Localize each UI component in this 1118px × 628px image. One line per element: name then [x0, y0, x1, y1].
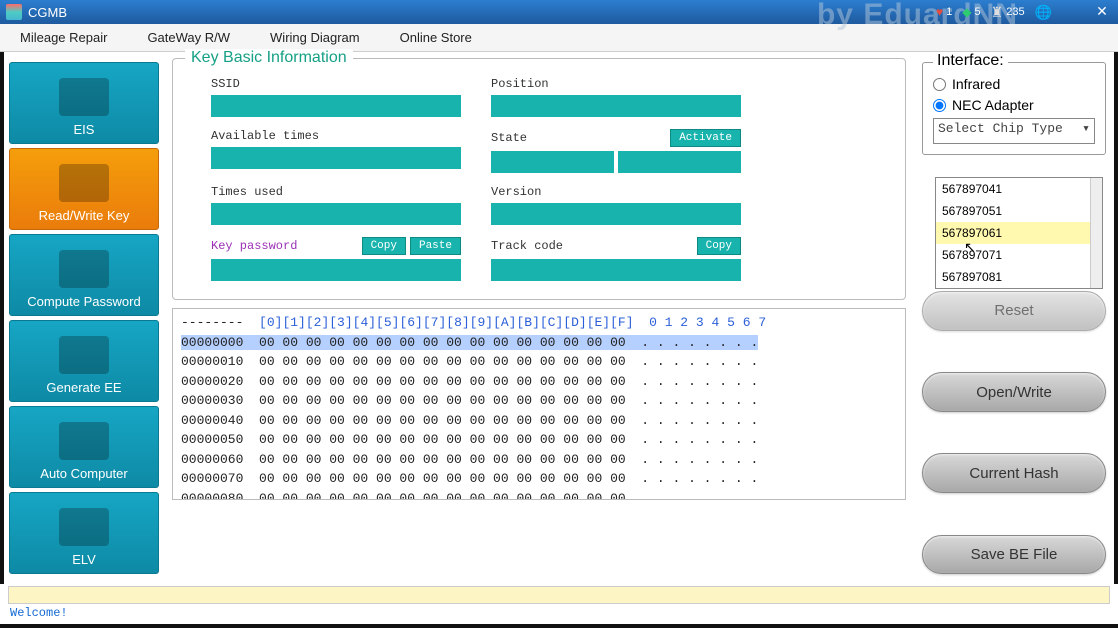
main-area: EIS Read/Write Key Compute Password Gene… — [0, 52, 1118, 584]
password-icon — [59, 250, 109, 288]
hex-row: 00000060 00 00 00 00 00 00 00 00 00 00 0… — [181, 452, 758, 467]
menu-mileage-repair[interactable]: Mileage Repair — [20, 30, 107, 45]
menu-gateway-rw[interactable]: GateWay R/W — [147, 30, 230, 45]
sidebar-label: EIS — [74, 122, 95, 137]
progress-bar — [8, 586, 1110, 604]
sidebar-auto-computer[interactable]: Auto Computer — [9, 406, 159, 488]
chip-type-select[interactable]: Select Chip Type ▾ — [933, 118, 1095, 144]
hex-row: 00000080 00 00 00 00 00 00 00 00 00 00 0… — [181, 491, 758, 501]
field-key-password: Key password Copy Paste — [211, 237, 461, 281]
keypw-value[interactable] — [211, 259, 461, 281]
field-position: Position — [491, 77, 741, 117]
right-panel: Interface: Infrared NEC Adapter Select C… — [914, 52, 1114, 584]
field-track-code: Track code Copy — [491, 237, 741, 281]
key-info-group: Key Basic Information SSID Position Avai… — [172, 58, 906, 300]
version-value[interactable] — [491, 203, 741, 225]
chip-option[interactable]: 567897081 — [936, 266, 1102, 288]
interface-group: Interface: Infrared NEC Adapter Select C… — [922, 62, 1106, 155]
key-icon — [59, 164, 109, 202]
ssid-value[interactable] — [211, 95, 461, 117]
copy-track-button[interactable]: Copy — [697, 237, 741, 255]
hex-row: 00000070 00 00 00 00 00 00 00 00 00 00 0… — [181, 471, 758, 486]
sidebar-label: Compute Password — [27, 294, 140, 309]
sidebar-elv[interactable]: ELV — [9, 492, 159, 574]
hex-row: 00000040 00 00 00 00 00 00 00 00 00 00 0… — [181, 413, 758, 428]
stat-red: ♥1 — [936, 5, 952, 19]
hex-row: 00000020 00 00 00 00 00 00 00 00 00 00 0… — [181, 374, 758, 389]
titlebar: CGMB by EduardNN ♥1 ◆5 ♜235 🌐 ✕ — [0, 0, 1118, 24]
state-value[interactable] — [491, 151, 741, 173]
activate-button[interactable]: Activate — [670, 129, 741, 147]
sidebar-generate-ee[interactable]: Generate EE — [9, 320, 159, 402]
chip-option[interactable]: 567897051 — [936, 200, 1102, 222]
hex-row: 00000000 00 00 00 00 00 00 00 00 00 00 0… — [181, 335, 758, 350]
eis-icon — [59, 78, 109, 116]
hex-row: 00000050 00 00 00 00 00 00 00 00 00 00 0… — [181, 432, 758, 447]
sidebar-label: Generate EE — [46, 380, 121, 395]
chevron-down-icon: ▾ — [1082, 121, 1090, 136]
track-value[interactable] — [491, 259, 741, 281]
open-write-button[interactable]: Open/Write — [922, 372, 1106, 411]
radio-nec-input[interactable] — [933, 99, 946, 112]
stat-tower: ♜235 — [991, 4, 1025, 21]
sidebar-label: Read/Write Key — [39, 208, 130, 223]
menu-wiring-diagram[interactable]: Wiring Diagram — [270, 30, 360, 45]
elv-icon — [59, 508, 109, 546]
stat-green: ◆5 — [962, 5, 980, 19]
tower-icon: ♜ — [991, 4, 1004, 21]
sidebar-read-write-key[interactable]: Read/Write Key — [9, 148, 159, 230]
globe-icon[interactable]: 🌐 — [1035, 4, 1052, 21]
center-panel: Key Basic Information SSID Position Avai… — [164, 52, 914, 584]
chip-option[interactable]: 567897071 — [936, 244, 1102, 266]
sidebar-eis[interactable]: EIS — [9, 62, 159, 144]
interface-title: Interface: — [933, 52, 1008, 70]
hex-viewer[interactable]: -------- [0][1][2][3][4][5][6][7][8][9][… — [172, 308, 906, 500]
sidebar-label: Auto Computer — [40, 466, 127, 481]
radio-infrared[interactable]: Infrared — [933, 76, 1095, 92]
dropdown-scrollbar[interactable] — [1090, 178, 1102, 288]
title-stats: ♥1 ◆5 ♜235 🌐 ✕ — [936, 3, 1112, 21]
app-title: CGMB — [28, 5, 936, 20]
sidebar: EIS Read/Write Key Compute Password Gene… — [4, 52, 164, 584]
field-available-times: Available times — [211, 129, 461, 173]
diamond-icon: ◆ — [962, 5, 971, 19]
reset-button[interactable]: Reset — [922, 291, 1106, 330]
radio-infrared-input[interactable] — [933, 78, 946, 91]
current-hash-button[interactable]: Current Hash — [922, 453, 1106, 492]
field-state: State Activate — [491, 129, 741, 173]
status-text: Welcome! — [0, 604, 1118, 622]
field-ssid: SSID — [211, 77, 461, 117]
menubar: Mileage Repair GateWay R/W Wiring Diagra… — [0, 24, 1118, 52]
position-value[interactable] — [491, 95, 741, 117]
ecu-icon — [59, 422, 109, 460]
chip-option[interactable]: 567897041 — [936, 178, 1102, 200]
radio-nec-adapter[interactable]: NEC Adapter — [933, 97, 1095, 113]
available-value[interactable] — [211, 147, 461, 169]
paste-password-button[interactable]: Paste — [410, 237, 461, 255]
field-times-used: Times used — [211, 185, 461, 225]
menu-online-store[interactable]: Online Store — [400, 30, 472, 45]
hex-row: 00000030 00 00 00 00 00 00 00 00 00 00 0… — [181, 393, 758, 408]
copy-password-button[interactable]: Copy — [362, 237, 406, 255]
group-title: Key Basic Information — [185, 49, 353, 67]
chip-type-dropdown[interactable]: 567897041 567897051 567897061 567897071 … — [935, 177, 1103, 289]
ee-icon — [59, 336, 109, 374]
used-value[interactable] — [211, 203, 461, 225]
field-version: Version — [491, 185, 741, 225]
app-icon — [6, 4, 22, 20]
save-be-file-button[interactable]: Save BE File — [922, 535, 1106, 574]
sidebar-label: ELV — [72, 552, 96, 567]
chip-option[interactable]: 567897061 — [936, 222, 1102, 244]
close-button[interactable]: ✕ — [1092, 3, 1112, 21]
bottom-border — [0, 624, 1118, 628]
sidebar-compute-password[interactable]: Compute Password — [9, 234, 159, 316]
heart-icon: ♥ — [936, 5, 943, 19]
hex-row: 00000010 00 00 00 00 00 00 00 00 00 00 0… — [181, 354, 758, 369]
